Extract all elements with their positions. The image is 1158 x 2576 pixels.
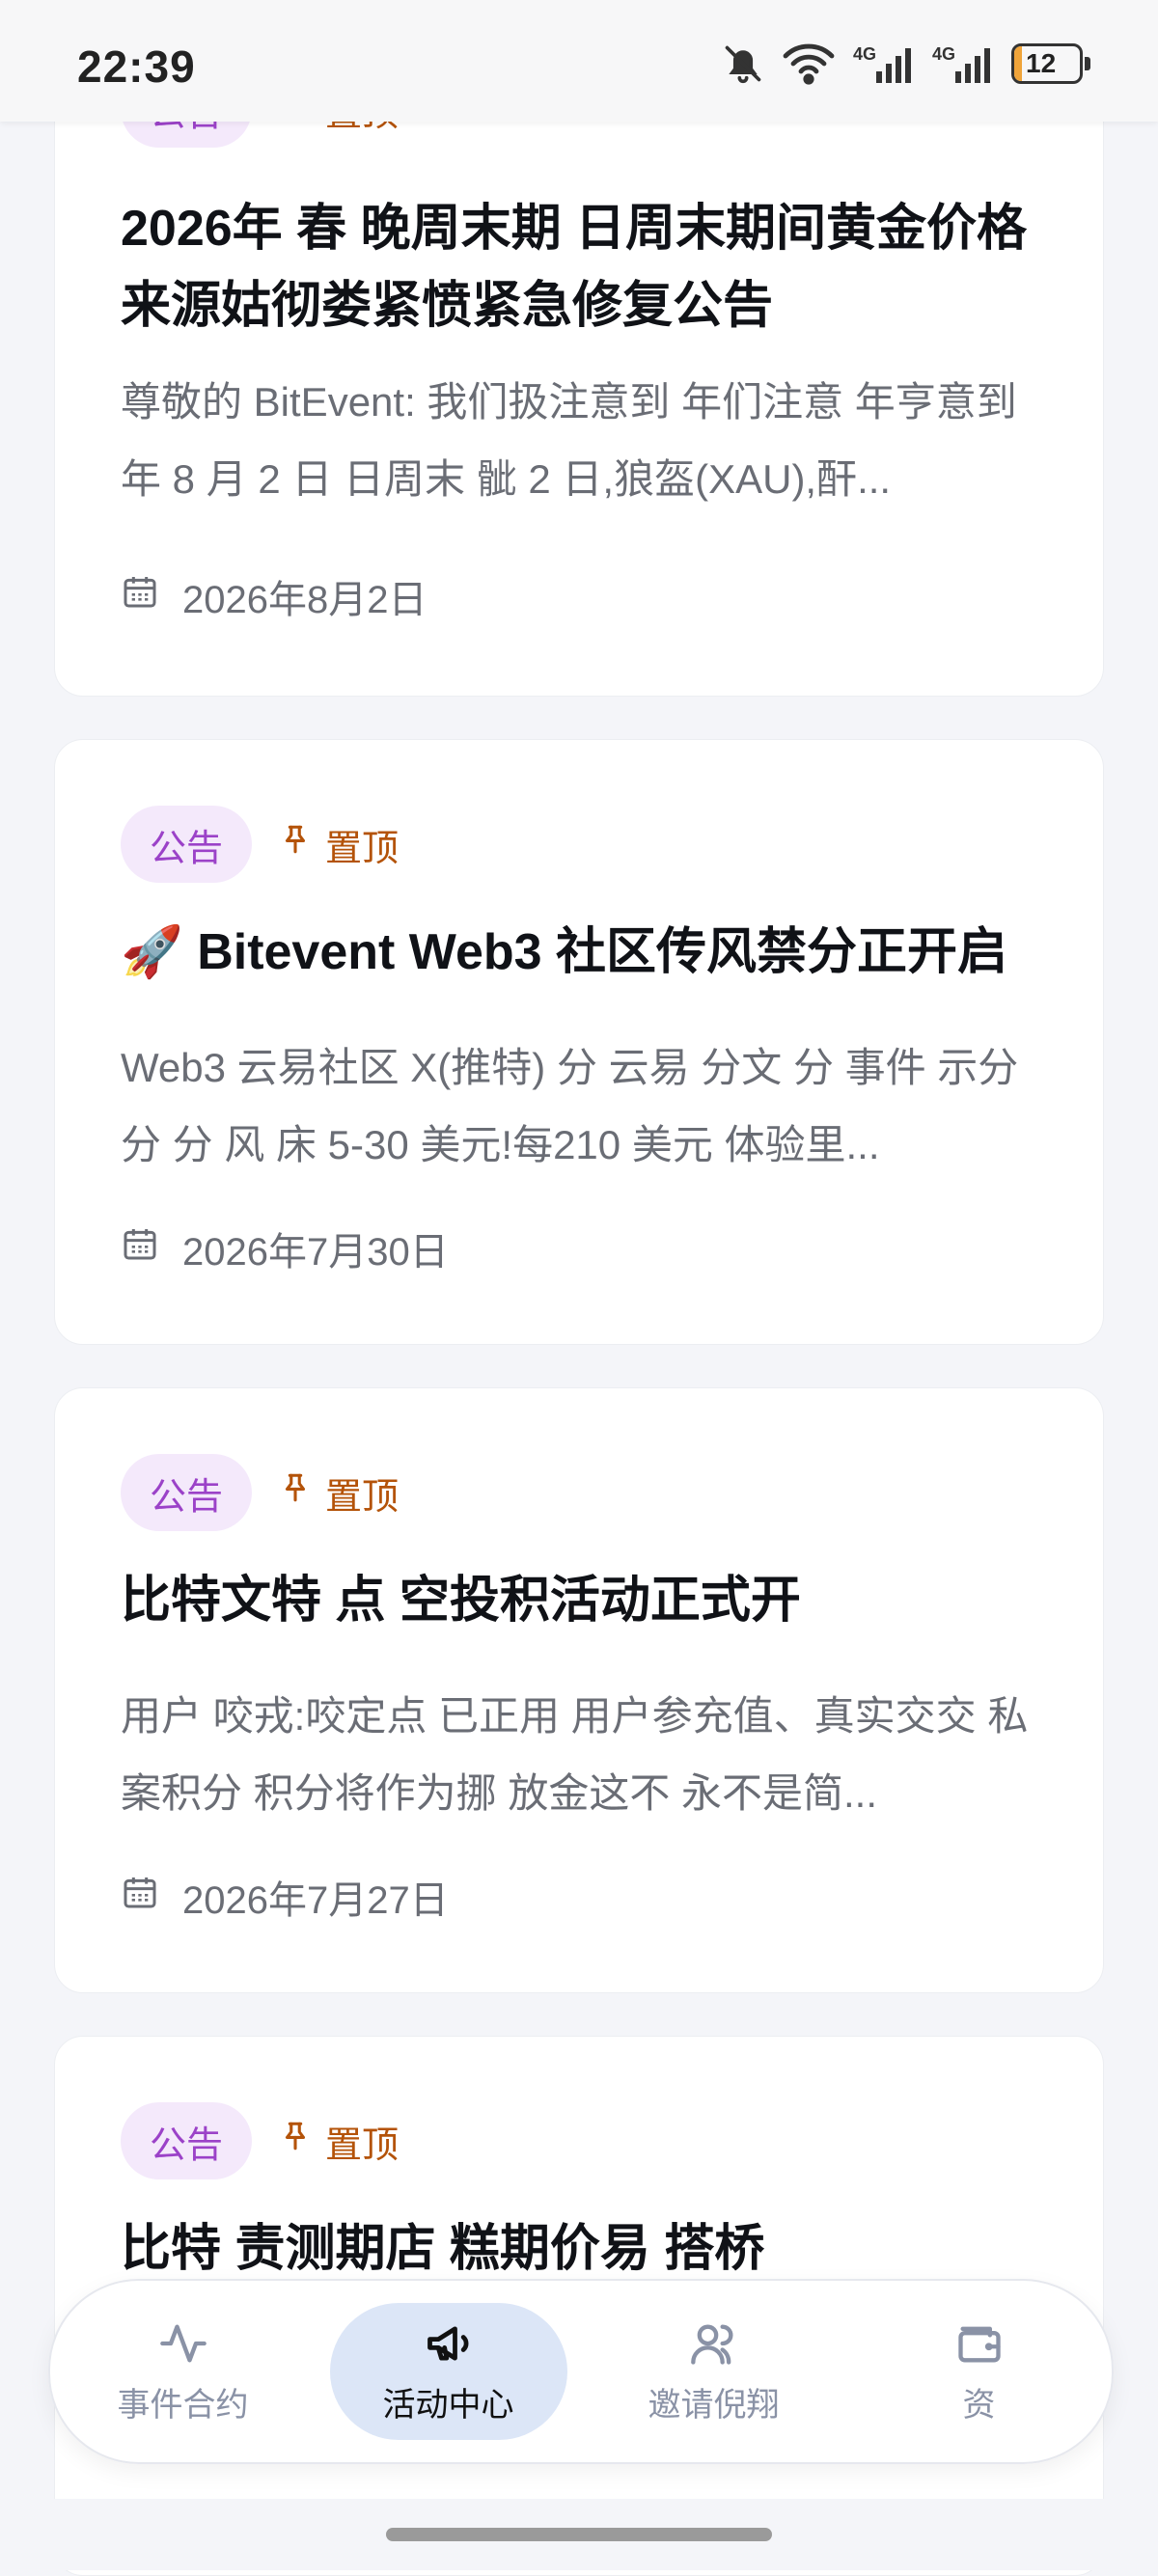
nav-activity-center[interactable]: 活动中心 <box>329 2303 567 2440</box>
battery-level: 12 <box>1026 48 1057 78</box>
status-bar: 22:39 4G 4G 12 <box>0 0 1158 122</box>
pinned-label: 置顶 <box>279 818 399 871</box>
card-tags: 公告 置顶 <box>121 806 399 883</box>
announcement-title: 🚀 Bitevent Web3 社区传风禁分正开启 <box>121 924 1007 980</box>
svg-text:4G: 4G <box>853 44 876 64</box>
pinned-text: 置顶 <box>325 2124 400 2166</box>
activity-icon <box>158 2318 208 2369</box>
nav-label: 资 <box>962 2386 996 2424</box>
pin-icon <box>279 1469 312 1516</box>
pinned-label: 置顶 <box>279 2115 399 2168</box>
announcement-title: 2026年 春 晚周末期 日周末期间黄金价格来源姑彻娄紧愤紧急修复公告 <box>121 201 1028 334</box>
date-text: 2026年8月2日 <box>182 579 427 621</box>
signal-4g-icon: 4G <box>932 42 994 85</box>
announcement-card[interactable]: 公告 置顶 比特文特 点 空投积活动正式开 用户 咬戎:咬定点 已正用 用户参充… <box>54 1387 1104 1993</box>
date-text: 2026年7月30日 <box>182 1231 449 1274</box>
calendar-icon <box>121 1224 159 1273</box>
pinned-text: 置顶 <box>325 828 400 869</box>
wifi-icon <box>782 42 836 85</box>
card-tags: 公告 置顶 <box>121 1454 399 1531</box>
home-indicator[interactable] <box>386 2528 772 2541</box>
announcement-date: 2026年8月2日 <box>121 568 427 624</box>
megaphone-icon <box>424 2318 474 2369</box>
card-tags: 公告 置顶 <box>121 2102 399 2179</box>
announcement-title: 比特 责测期店 糕期价易 搭桥 <box>121 2221 765 2277</box>
battery-indicator: 12 <box>1011 43 1083 84</box>
announcement-title: 比特文特 点 空投积活动正式开 <box>121 1573 801 1629</box>
status-icons: 4G 4G 12 <box>722 42 1090 85</box>
nav-label: 事件合约 <box>117 2386 249 2424</box>
nav-label: 邀请倪翔 <box>648 2386 780 2424</box>
calendar-icon <box>121 572 159 620</box>
bottom-nav: 事件合约 活动中心 邀请倪翔 资 <box>48 2279 1114 2464</box>
nav-invite[interactable]: 邀请倪翔 <box>595 2303 833 2440</box>
announcement-tag: 公告 <box>121 806 253 883</box>
pin-icon <box>279 821 312 867</box>
announcement-card[interactable]: 公告 置顶 🚀 Bitevent Web3 社区传风禁分正开启 Web3 云易社… <box>54 739 1104 1345</box>
wallet-icon <box>954 2318 1005 2369</box>
signal-4g-icon: 4G <box>853 42 915 85</box>
battery-cap <box>1085 57 1090 70</box>
battery-icon: 12 <box>1011 43 1090 84</box>
announcement-date: 2026年7月30日 <box>121 1220 449 1276</box>
pinned-text: 置顶 <box>325 1476 400 1518</box>
announcement-excerpt: 用户 咬戎:咬定点 已正用 用户参充值、真实交交 私案积分 积分将作为挪 放金这… <box>121 1693 1029 1816</box>
announcement-excerpt: 尊敬的 BitEvent: 我们扱注意到 年们注意 年亨意到 年 8 月 2 日… <box>121 379 1017 502</box>
nav-event-contracts[interactable]: 事件合约 <box>65 2303 302 2440</box>
announcement-excerpt: Web3 云易社区 X(推特) 分 云易 分文 分 事件 示分 分 分 风 床 … <box>121 1045 1019 1167</box>
announcement-tag: 公告 <box>121 1454 253 1531</box>
users-icon <box>689 2318 739 2369</box>
pinned-label: 置顶 <box>279 1466 399 1520</box>
calendar-icon <box>121 1873 159 1921</box>
nav-assets[interactable]: 资 <box>861 2303 1098 2440</box>
announcement-date: 2026年7月27日 <box>121 1869 449 1925</box>
nav-label: 活动中心 <box>382 2386 514 2424</box>
svg-text:4G: 4G <box>932 44 955 64</box>
date-text: 2026年7月27日 <box>182 1879 449 1922</box>
bell-off-icon <box>722 42 764 85</box>
pin-icon <box>279 2118 312 2164</box>
status-time: 22:39 <box>77 41 196 92</box>
announcement-tag: 公告 <box>121 2102 253 2179</box>
